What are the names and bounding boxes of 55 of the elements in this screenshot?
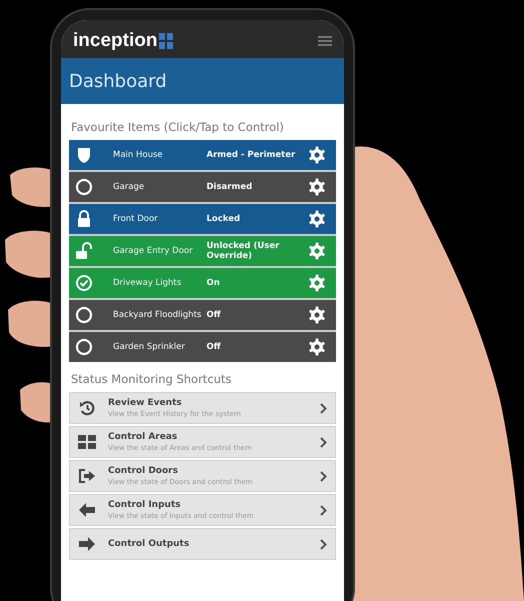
settings-icon[interactable] <box>308 306 326 324</box>
chevron-right-icon <box>320 504 327 516</box>
favourite-item[interactable]: Garage Entry Door Unlocked (User Override) <box>69 236 336 266</box>
history-icon <box>78 400 96 416</box>
exit-door-icon <box>78 468 96 484</box>
section-heading: Favourite Items (Click/Tap to Control) <box>71 120 285 134</box>
item-name: Backyard Floodlights <box>112 310 202 320</box>
right-arrow-icon <box>78 536 96 552</box>
grid-icon <box>78 434 96 450</box>
shortcut-title: Control Inputs <box>108 500 182 510</box>
favourite-item[interactable]: Main House Armed - Perimeter <box>69 140 336 170</box>
circle-icon <box>75 178 93 196</box>
favourite-item[interactable]: Front Door Locked <box>69 204 336 234</box>
item-status: Off <box>206 310 222 320</box>
app-logo: inception <box>73 30 158 52</box>
settings-icon[interactable] <box>308 338 326 356</box>
chevron-right-icon <box>320 402 327 414</box>
open-padlock-icon <box>75 242 93 260</box>
chevron-right-icon <box>320 470 327 482</box>
favourite-item[interactable]: Garden Sprinkler Off <box>69 332 336 362</box>
item-name: Garden Sprinkler <box>112 342 186 352</box>
settings-icon[interactable] <box>308 178 326 196</box>
item-name: Front Door <box>112 214 159 224</box>
item-name: Driveway Lights <box>112 278 182 288</box>
item-status: On <box>206 278 221 288</box>
item-status: Off <box>206 342 222 352</box>
item-status: Armed - Perimeter <box>206 150 296 160</box>
favourite-item[interactable]: Backyard Floodlights Off <box>69 300 336 330</box>
circle-icon <box>75 306 93 324</box>
shortcut-title: Review Events <box>108 398 183 408</box>
shortcut-title: Control Doors <box>108 466 179 476</box>
page-title: Dashboard <box>69 70 167 92</box>
shield-icon <box>75 146 93 164</box>
shortcut-title: Control Outputs <box>108 539 190 549</box>
item-name: Main House <box>112 150 164 160</box>
favourite-item[interactable]: Garage Disarmed <box>69 172 336 202</box>
grid-logo-icon <box>159 33 174 49</box>
shortcut-title: Control Areas <box>108 432 178 442</box>
section-heading: Status Monitoring Shortcuts <box>71 372 232 386</box>
chevron-right-icon <box>320 538 327 550</box>
circle-icon <box>75 338 93 356</box>
shortcut-item[interactable]: Control Outputs <box>69 528 336 560</box>
item-status: Disarmed <box>206 182 254 192</box>
favourite-item[interactable]: Driveway Lights On <box>69 268 336 298</box>
settings-icon[interactable] <box>308 210 326 228</box>
left-arrow-icon <box>78 502 96 518</box>
item-name: Garage <box>112 182 146 192</box>
item-status: Unlocked (User Override) <box>206 241 280 261</box>
item-name: Garage Entry Door <box>112 246 194 256</box>
check-circle-icon <box>75 274 93 292</box>
menu-icon[interactable] <box>318 36 332 46</box>
settings-icon[interactable] <box>308 146 326 164</box>
padlock-icon <box>75 210 93 228</box>
item-status: Locked <box>206 214 242 224</box>
chevron-right-icon <box>320 436 327 448</box>
